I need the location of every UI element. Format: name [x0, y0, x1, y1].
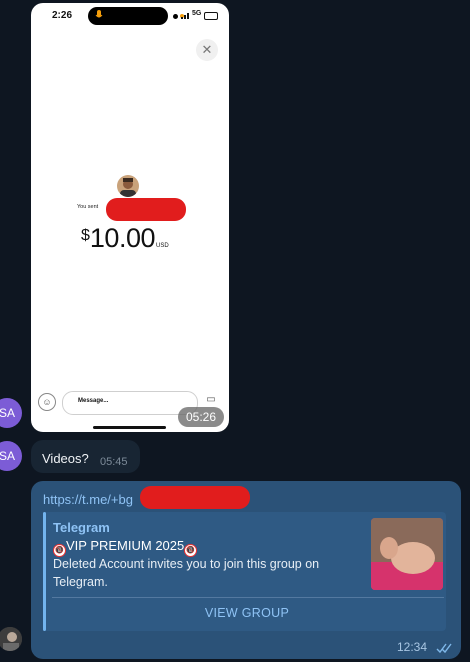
preview-accent-bar — [43, 512, 46, 631]
preview-title-text: VIP PREMIUM 2025 — [66, 538, 185, 553]
screenshot-image-bubble[interactable]: 2:26 5G ✕ You sent $10.00USD ☺ Message..… — [31, 3, 229, 432]
phone-status-time: 2:26 — [52, 10, 73, 21]
invite-link[interactable]: https://t.me/+bg — [43, 492, 133, 507]
recipient-avatar — [117, 175, 139, 197]
you-sent-label: You sent — [77, 204, 99, 210]
own-avatar[interactable] — [0, 627, 22, 651]
network-label: 5G — [192, 10, 202, 17]
preview-description: Deleted Account invites you to join this… — [53, 557, 320, 589]
double-check-icon — [436, 643, 452, 654]
avatar[interactable]: SA — [0, 398, 22, 428]
preview-thumbnail[interactable] — [371, 518, 443, 590]
message-time: 05:45 — [100, 456, 128, 468]
redaction-mark — [140, 486, 250, 509]
preview-site-name: Telegram — [53, 520, 110, 535]
currency-code: USD — [155, 243, 169, 249]
message-placeholder: Message... — [78, 398, 109, 404]
avatar[interactable]: SA — [0, 441, 22, 471]
emoji-icon[interactable]: ☺ — [38, 393, 56, 411]
camera-dot — [173, 14, 178, 19]
comment-icon[interactable]: ▭ — [204, 393, 218, 407]
close-icon[interactable]: ✕ — [196, 39, 218, 61]
message-text: Videos? — [42, 451, 89, 466]
currency-symbol: $ — [81, 227, 90, 244]
battery-icon — [204, 12, 218, 20]
view-group-button[interactable]: VIEW GROUP — [52, 606, 442, 620]
preview-divider — [52, 597, 444, 598]
image-timestamp: 05:26 — [178, 407, 224, 427]
redaction-mark — [106, 198, 186, 221]
payment-amount: $10.00USD — [81, 223, 169, 254]
amount-value: 10.00 — [89, 223, 156, 253]
home-indicator — [93, 426, 166, 429]
message-time: 12:34 — [397, 640, 428, 654]
microphone-icon — [95, 10, 103, 18]
signal-icon — [181, 13, 189, 19]
